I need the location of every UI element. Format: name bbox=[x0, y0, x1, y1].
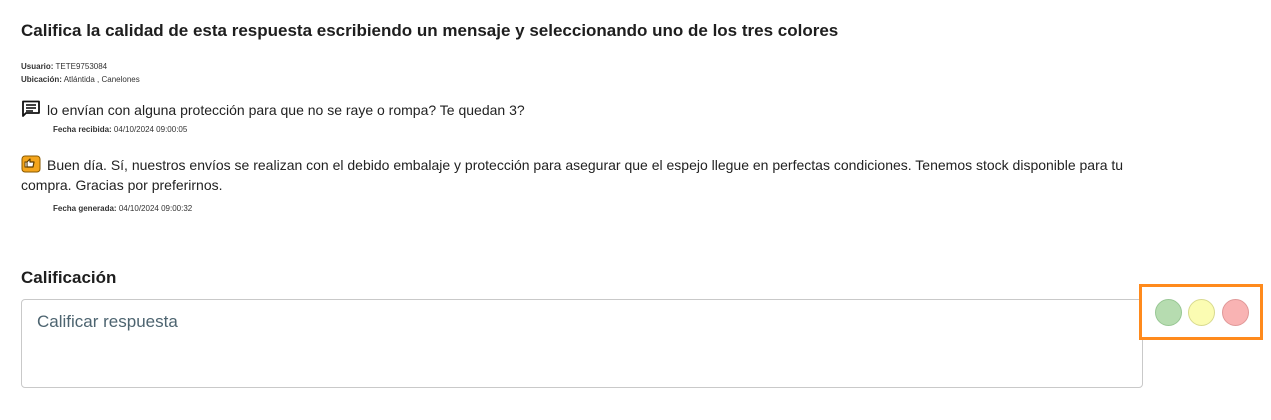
rating-input-box bbox=[21, 299, 1143, 388]
location-value: Atlántida , Canelones bbox=[63, 75, 140, 84]
location-label: Ubicación: bbox=[21, 75, 62, 84]
received-message: lo envían con alguna protección para que… bbox=[21, 100, 1141, 120]
rating-textarea[interactable] bbox=[22, 300, 1142, 387]
generated-message: Buen día. Sí, nuestros envíos se realiza… bbox=[21, 155, 1141, 195]
user-label: Usuario: bbox=[21, 62, 54, 71]
message-icon bbox=[21, 100, 41, 118]
generated-date-label: Fecha generada: bbox=[53, 204, 117, 213]
generated-date: Fecha generada: 04/10/2024 09:00:32 bbox=[53, 204, 192, 213]
received-date-value: 04/10/2024 09:00:05 bbox=[113, 125, 188, 134]
red-color-button[interactable] bbox=[1222, 299, 1249, 326]
page-title: Califica la calidad de esta respuesta es… bbox=[21, 21, 839, 40]
rating-page: Califica la calidad de esta respuesta es… bbox=[0, 0, 1271, 420]
rating-section-title: Calificación bbox=[21, 268, 117, 287]
green-color-button[interactable] bbox=[1155, 299, 1182, 326]
user-value: TETE9753084 bbox=[55, 62, 108, 71]
generated-date-value: 04/10/2024 09:00:32 bbox=[118, 204, 193, 213]
yellow-color-button[interactable] bbox=[1188, 299, 1215, 326]
generated-text: Buen día. Sí, nuestros envíos se realiza… bbox=[21, 157, 1124, 193]
received-date: Fecha recibida: 04/10/2024 09:00:05 bbox=[53, 125, 187, 134]
bot-reply-icon bbox=[21, 155, 41, 173]
user-meta: Usuario: TETE9753084 bbox=[21, 62, 107, 71]
received-date-label: Fecha recibida: bbox=[53, 125, 112, 134]
received-text: lo envían con alguna protección para que… bbox=[47, 102, 525, 118]
color-selector bbox=[1139, 284, 1263, 340]
location-meta: Ubicación: Atlántida , Canelones bbox=[21, 75, 140, 84]
